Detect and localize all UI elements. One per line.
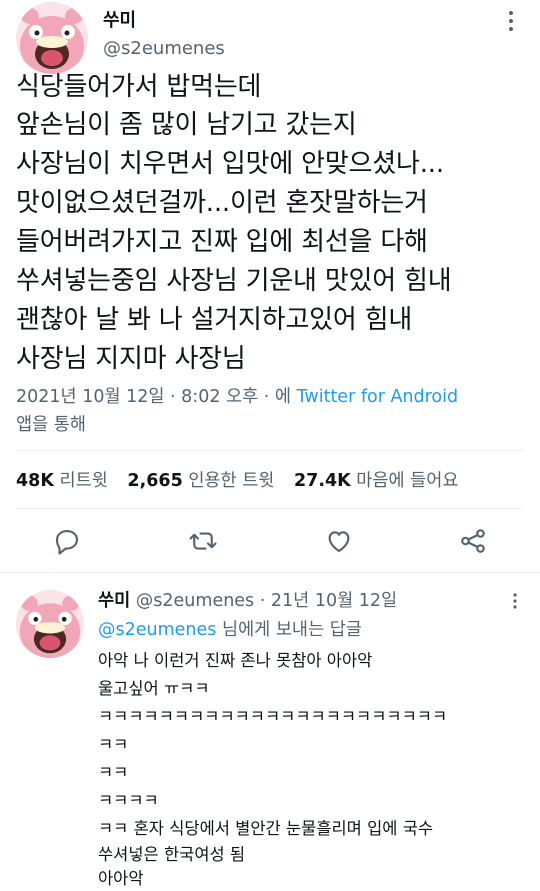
reply-button[interactable]: [52, 526, 82, 556]
tweet-source-link[interactable]: Twitter for Android: [297, 387, 459, 407]
reply-text-line: ㅋㅋ: [98, 763, 129, 782]
reply-icon: [55, 529, 79, 555]
reply-date[interactable]: · 21년 10월 12일: [260, 591, 397, 611]
divider: [16, 508, 524, 509]
quotes-label[interactable]: 인용한 트윗: [188, 471, 274, 491]
tweet-text-line: 사장님이 치우면서 입맛에 안맞으셨나...: [16, 149, 444, 179]
retweets-label[interactable]: 리트윗: [60, 471, 108, 491]
tweet-source-suffix: 앱을 통해: [16, 415, 86, 435]
reply-text-line: 울고싶어 ㅠㅋㅋ: [98, 679, 210, 698]
likes-count[interactable]: 27.4K: [294, 471, 351, 491]
more-options-icon[interactable]: [512, 592, 518, 610]
retweets-count[interactable]: 48K: [16, 471, 54, 491]
more-options-icon[interactable]: [506, 10, 516, 32]
reply-display-name[interactable]: 쑤미: [98, 591, 130, 611]
divider: [16, 450, 524, 451]
tweet-timestamp: 2021년 10월 12일 · 8:02 오후 · 에 Twitter for …: [16, 384, 458, 410]
timestamp-text[interactable]: 2021년 10월 12일 · 8:02 오후 · 에: [16, 387, 297, 407]
tweet-text-line: 사장님 지지마 사장님: [16, 344, 246, 374]
author-display-name[interactable]: 쑤미: [103, 6, 136, 32]
reply-header: 쑤미 @s2eumenes · 21년 10월 12일: [98, 588, 397, 614]
share-icon: [461, 529, 485, 553]
like-button[interactable]: [324, 526, 354, 556]
tweet-text-line: 쑤셔넣는중임 사장님 기운내 맛있어 힘내: [16, 266, 452, 296]
replying-to-handle[interactable]: @s2eumenes: [98, 620, 216, 640]
tweet-text-line: 식당들어가서 밥먹는데: [16, 72, 262, 102]
tweet-text-line: 들어버려가지고 진짜 입에 최선을 다해: [16, 227, 428, 257]
reply-text-line: 쑤셔넣은 한국여성 됨: [98, 845, 246, 864]
reply-text-line: 아악 나 이런거 진짜 존나 못참아 아아악: [98, 651, 373, 670]
reply-handle[interactable]: @s2eumenes: [136, 591, 254, 611]
tweet-text-line: 맛이없으셨던걸까...이런 혼잣말하는거: [16, 188, 428, 218]
like-icon: [328, 531, 350, 553]
share-button[interactable]: [458, 526, 488, 556]
reply-author-avatar[interactable]: [16, 590, 84, 658]
author-avatar[interactable]: [16, 2, 88, 74]
replying-to-suffix: 님에게 보내는 답글: [216, 620, 362, 640]
section-divider: [0, 572, 540, 573]
retweet-icon: [189, 532, 217, 550]
tweet-stats: 48K 리트윗 2,665 인용한 트윗 27.4K 마음에 들어요: [16, 468, 472, 494]
reply-text-line: ㅋㅋ: [98, 735, 129, 754]
tweet-text-line: 괜찮아 날 봐 나 설거지하고있어 힘내: [16, 305, 413, 335]
reply-text-line: 아아악: [98, 869, 144, 888]
slowpoke-avatar-icon: [16, 590, 84, 658]
reply-text-line: ㅋㅋㅋㅋ: [98, 791, 159, 810]
quotes-count[interactable]: 2,665: [127, 471, 182, 491]
replying-to: @s2eumenes 님에게 보내는 답글: [98, 617, 362, 643]
slowpoke-avatar-icon: [16, 2, 88, 74]
likes-label[interactable]: 마음에 들어요: [356, 471, 458, 491]
reply-text-line: ㅋㅋ 혼자 식당에서 별안간 눈물흘리며 입에 국수: [98, 819, 434, 838]
retweet-button[interactable]: [188, 526, 218, 556]
tweet-text-line: 앞손님이 좀 많이 남기고 갔는지: [16, 110, 357, 140]
reply-text-line: ㅋㅋㅋㅋㅋㅋㅋㅋㅋㅋㅋㅋㅋㅋㅋㅋㅋㅋㅋㅋㅋㅋㅋ: [98, 707, 448, 726]
author-handle[interactable]: @s2eumenes: [103, 38, 225, 59]
